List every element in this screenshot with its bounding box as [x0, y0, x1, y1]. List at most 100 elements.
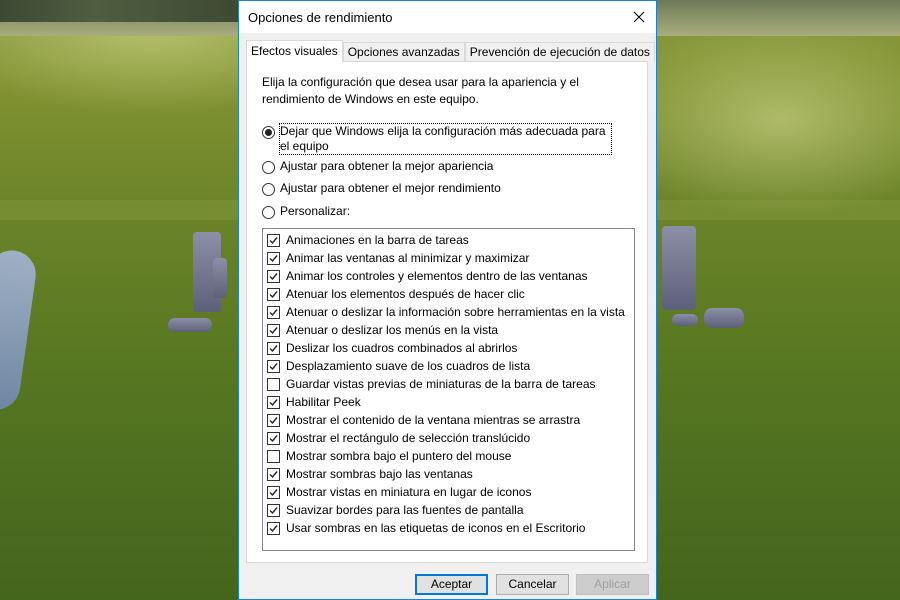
- radio-custom[interactable]: Personalizar:: [262, 204, 350, 219]
- performance-options-dialog: Opciones de rendimiento Efectos visuales…: [238, 0, 657, 600]
- effect-list-item[interactable]: Guardar vistas previas de miniaturas de …: [263, 375, 634, 393]
- effect-checkbox[interactable]: [267, 395, 280, 409]
- effect-checkbox[interactable]: [267, 449, 280, 463]
- close-button[interactable]: [622, 1, 656, 33]
- radio-best-appearance[interactable]: Ajustar para obtener la mejor apariencia: [262, 159, 493, 174]
- effect-list-item[interactable]: Atenuar o deslizar la información sobre …: [263, 303, 634, 321]
- radio-button[interactable]: [262, 126, 275, 139]
- radio-label: Ajustar para obtener el mejor rendimient…: [280, 181, 501, 195]
- effect-checkbox[interactable]: [267, 305, 280, 319]
- effect-list-item[interactable]: Atenuar los elementos después de hacer c…: [263, 285, 634, 303]
- effect-label: Usar sombras en las etiquetas de iconos …: [286, 521, 586, 535]
- wallpaper-stone: [168, 318, 212, 332]
- effect-checkbox[interactable]: [267, 413, 280, 427]
- effect-checkbox[interactable]: [267, 287, 280, 301]
- effect-checkbox[interactable]: [267, 359, 280, 373]
- visual-effects-list[interactable]: Animaciones en la barra de tareas Animar …: [262, 228, 635, 551]
- effect-checkbox[interactable]: [267, 341, 280, 355]
- effect-label: Mostrar el rectángulo de selección trans…: [286, 431, 531, 445]
- effect-checkbox[interactable]: [267, 323, 280, 337]
- apply-button[interactable]: Aplicar: [576, 574, 649, 595]
- tab-advanced-options[interactable]: Opciones avanzadas: [342, 42, 465, 62]
- radio-label: Ajustar para obtener la mejor apariencia: [280, 159, 494, 173]
- effect-list-item[interactable]: Mostrar sombras bajo las ventanas: [263, 465, 634, 483]
- effect-list-item[interactable]: Mostrar el contenido de la ventana mient…: [263, 411, 634, 429]
- wallpaper-stone: [704, 308, 744, 328]
- tab-visual-effects[interactable]: Efectos visuales: [246, 40, 343, 62]
- radio-let-windows-choose[interactable]: Dejar que Windows elija la configuración…: [262, 123, 612, 155]
- checkmark-icon: [269, 308, 278, 316]
- effect-checkbox[interactable]: [267, 485, 280, 499]
- effect-checkbox[interactable]: [267, 521, 280, 535]
- effect-label: Guardar vistas previas de miniaturas de …: [286, 377, 596, 391]
- effect-label: Animar las ventanas al minimizar y maxim…: [286, 251, 530, 265]
- effect-label: Deslizar los cuadros combinados al abrir…: [286, 341, 518, 355]
- radio-label: Dejar que Windows elija la configuración…: [279, 123, 612, 155]
- effect-label: Mostrar sombra bajo el puntero del mouse: [286, 449, 512, 463]
- effect-checkbox[interactable]: [267, 377, 280, 391]
- checkmark-icon: [269, 272, 278, 280]
- effect-list-item[interactable]: Animar los controles y elementos dentro …: [263, 267, 634, 285]
- wallpaper-trees: [0, 0, 240, 22]
- effect-label: Mostrar vistas en miniatura en lugar de …: [286, 485, 532, 499]
- effect-checkbox[interactable]: [267, 269, 280, 283]
- effect-label: Habilitar Peek: [286, 395, 361, 409]
- checkmark-icon: [269, 362, 278, 370]
- radio-best-performance[interactable]: Ajustar para obtener el mejor rendimient…: [262, 181, 501, 196]
- title-bar[interactable]: Opciones de rendimiento: [239, 1, 656, 33]
- effect-list-item[interactable]: Mostrar el rectángulo de selección trans…: [263, 429, 634, 447]
- effect-list-item[interactable]: Animar las ventanas al minimizar y maxim…: [263, 249, 634, 267]
- radio-button[interactable]: [262, 161, 275, 174]
- checkmark-icon: [269, 524, 278, 532]
- effect-list-item[interactable]: Animaciones en la barra de tareas: [263, 231, 634, 249]
- effect-list-item[interactable]: Habilitar Peek: [263, 393, 634, 411]
- tab-data-execution-prevention[interactable]: Prevención de ejecución de datos: [464, 42, 655, 62]
- radio-button[interactable]: [262, 206, 275, 219]
- effect-label: Animar los controles y elementos dentro …: [286, 269, 588, 283]
- checkmark-icon: [269, 470, 278, 478]
- effect-list-item[interactable]: Deslizar los cuadros combinados al abrir…: [263, 339, 634, 357]
- effect-label: Atenuar o deslizar la información sobre …: [286, 305, 625, 319]
- effect-checkbox[interactable]: [267, 503, 280, 517]
- effect-label: Mostrar sombras bajo las ventanas: [286, 467, 473, 481]
- effect-checkbox[interactable]: [267, 251, 280, 265]
- ok-button[interactable]: Aceptar: [415, 574, 488, 595]
- visual-effects-panel: Elija la configuración que desea usar pa…: [246, 61, 648, 563]
- checkmark-icon: [269, 344, 278, 352]
- effect-list-item[interactable]: Mostrar vistas en miniatura en lugar de …: [263, 483, 634, 501]
- panel-description: Elija la configuración que desea usar pa…: [262, 75, 579, 106]
- effect-list-item[interactable]: Mostrar sombra bajo el puntero del mouse: [263, 447, 634, 465]
- checkmark-icon: [269, 488, 278, 496]
- wallpaper-stone: [213, 258, 227, 298]
- checkmark-icon: [269, 236, 278, 244]
- effect-label: Mostrar el contenido de la ventana mient…: [286, 413, 581, 427]
- wallpaper-stone: [662, 226, 696, 310]
- effect-list-item[interactable]: Usar sombras en las etiquetas de iconos …: [263, 519, 634, 537]
- effect-label: Atenuar o deslizar los menús en la vista: [286, 323, 499, 337]
- checkmark-icon: [269, 290, 278, 298]
- checkmark-icon: [269, 398, 278, 406]
- wallpaper-path: [0, 247, 39, 413]
- checkmark-icon: [269, 506, 278, 514]
- effect-list-item[interactable]: Atenuar o deslizar los menús en la vista: [263, 321, 634, 339]
- dialog-title: Opciones de rendimiento: [248, 10, 393, 25]
- effect-list-item[interactable]: Suavizar bordes para las fuentes de pant…: [263, 501, 634, 519]
- checkmark-icon: [269, 254, 278, 262]
- radio-button[interactable]: [262, 183, 275, 196]
- checkmark-icon: [269, 434, 278, 442]
- tab-strip: Efectos visuales Opciones avanzadas Prev…: [246, 40, 655, 62]
- checkmark-icon: [269, 416, 278, 424]
- effect-label: Suavizar bordes para las fuentes de pant…: [286, 503, 524, 517]
- effect-list-item[interactable]: Desplazamiento suave de los cuadros de l…: [263, 357, 634, 375]
- close-icon: [633, 11, 645, 23]
- effect-label: Atenuar los elementos después de hacer c…: [286, 287, 525, 301]
- effect-checkbox[interactable]: [267, 233, 280, 247]
- wallpaper-stone: [672, 314, 698, 326]
- radio-label: Personalizar:: [280, 204, 351, 218]
- effect-label: Animaciones en la barra de tareas: [286, 233, 469, 247]
- checkmark-icon: [269, 326, 278, 334]
- effect-checkbox[interactable]: [267, 431, 280, 445]
- effect-label: Desplazamiento suave de los cuadros de l…: [286, 359, 531, 373]
- effect-checkbox[interactable]: [267, 467, 280, 481]
- cancel-button[interactable]: Cancelar: [496, 574, 569, 595]
